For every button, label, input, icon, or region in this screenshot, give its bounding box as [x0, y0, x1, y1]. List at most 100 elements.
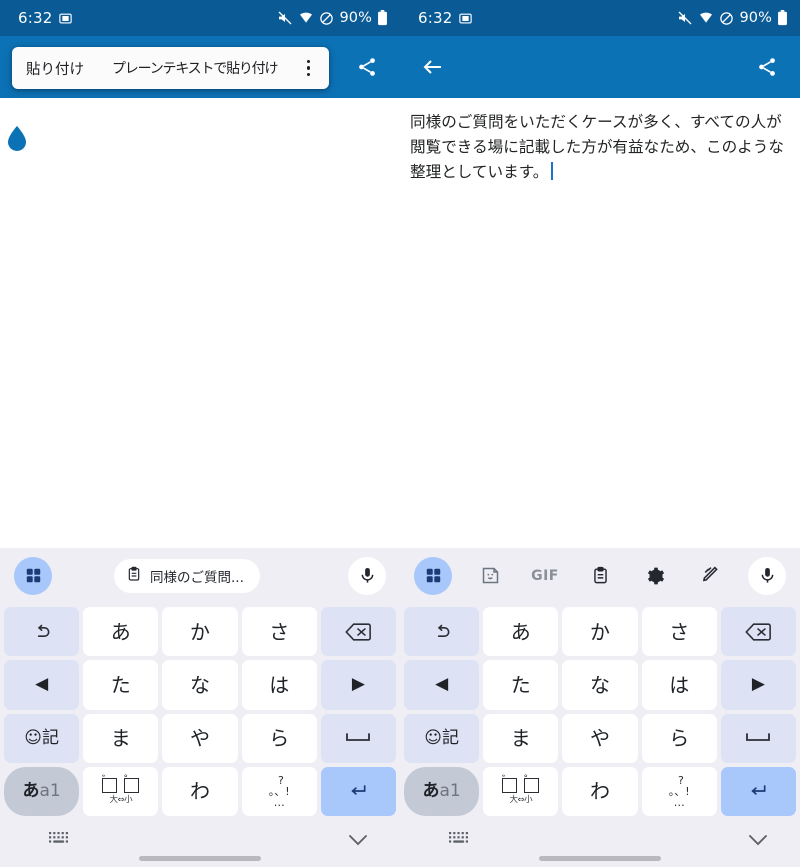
- enter-key[interactable]: [720, 766, 797, 816]
- enter-key[interactable]: [320, 766, 397, 816]
- keyboard-bottom-left: [0, 818, 400, 867]
- keyboard-bottom-bar: [0, 818, 800, 867]
- key-row-4: あa1 ゙ ゚ 大⇔小 わ ? 。、! …: [4, 765, 397, 818]
- clipboard-suggestion-chip[interactable]: 同様のご質問...: [114, 558, 260, 593]
- status-time-group: 6:32: [18, 9, 73, 27]
- key-a[interactable]: あ: [83, 607, 159, 657]
- home-indicator[interactable]: [139, 856, 261, 861]
- key-ra[interactable]: ら: [641, 713, 717, 763]
- key-row-4: あa1 ゙ ゚ 大⇔小 わ ? 。、! …: [404, 765, 797, 818]
- status-bar-left: 6:32 90%: [0, 0, 400, 36]
- keyboard-toolbar-left: 同様のご質問...: [0, 548, 400, 603]
- input-mode-key[interactable]: あ a1: [4, 766, 80, 816]
- dakuten-key[interactable]: ゙ ゚ 大⇔小: [83, 766, 159, 816]
- share-icon[interactable]: [352, 52, 382, 82]
- key-ha[interactable]: は: [241, 660, 317, 710]
- key-na[interactable]: な: [562, 660, 638, 710]
- handwriting-icon[interactable]: [693, 559, 727, 593]
- battery-icon: [777, 10, 788, 26]
- apps-grid-icon[interactable]: [414, 556, 452, 595]
- document-text[interactable]: 同様のご質問をいただくケースが多く、すべての人が閲覧できる場に記載した方が有益な…: [410, 110, 792, 185]
- punctuation-key[interactable]: ? 。、! …: [241, 766, 317, 816]
- key-ma[interactable]: ま: [83, 713, 159, 763]
- status-bar-right: 6:32 90%: [400, 0, 800, 36]
- key-row-3: ☺記 ま や ら: [4, 712, 397, 765]
- home-indicator[interactable]: [539, 856, 661, 861]
- cast-icon: [458, 11, 473, 26]
- app-toolbar-right: [400, 36, 800, 98]
- clipboard-icon[interactable]: [583, 559, 617, 593]
- input-mode-key[interactable]: あ a1: [404, 766, 480, 816]
- battery-percent: 90%: [339, 10, 372, 26]
- cast-icon: [58, 11, 73, 26]
- chevron-down-icon[interactable]: [346, 832, 370, 852]
- clipboard-chip-text: 同様のご質問...: [150, 569, 244, 586]
- dakuten-key[interactable]: ゙ ゚ 大⇔小: [483, 766, 559, 816]
- key-ta[interactable]: た: [483, 660, 559, 710]
- mic-icon[interactable]: [748, 556, 786, 595]
- key-ra[interactable]: ら: [241, 713, 317, 763]
- battery-percent: 90%: [739, 10, 772, 26]
- back-arrow-icon[interactable]: [418, 52, 448, 82]
- pane-right: 6:32 90% 同様のご質問をいただくケースが多く、すべての人が閲覧できる場に…: [400, 0, 800, 548]
- app-toolbar-left: 貼り付け プレーンテキストで貼り付け: [0, 36, 400, 98]
- key-wa[interactable]: わ: [562, 766, 638, 816]
- apps-grid-icon[interactable]: [14, 556, 52, 595]
- paste-plain-text-menu-item[interactable]: プレーンテキストで貼り付け: [98, 47, 291, 89]
- gif-icon[interactable]: GIF: [528, 559, 562, 593]
- share-icon[interactable]: [752, 52, 782, 82]
- editor-body-right[interactable]: 同様のご質問をいただくケースが多く、すべての人が閲覧できる場に記載した方が有益な…: [400, 98, 800, 548]
- keypad-right: あ か さ ◀ た な は ▶ ☺記 ま や ら あ a1 大⇔小 わ ? 。、…: [400, 603, 800, 818]
- space-key[interactable]: [320, 713, 397, 763]
- sticker-icon[interactable]: [473, 559, 507, 593]
- key-ya[interactable]: や: [562, 713, 638, 763]
- emoji-symbol-key[interactable]: ☺記: [4, 713, 80, 763]
- key-sa[interactable]: さ: [241, 607, 317, 657]
- key-row-2: ◀ た な は ▶: [4, 658, 397, 711]
- emoji-symbol-key[interactable]: ☺記: [404, 713, 480, 763]
- punctuation-key[interactable]: ? 。、! …: [641, 766, 717, 816]
- space-key[interactable]: [720, 713, 797, 763]
- wifi-icon: [698, 10, 714, 26]
- split-panes: 6:32 90% 貼り付け プレーンテキストで貼り付け 6:32 90% 同様の…: [0, 0, 800, 548]
- overflow-menu-icon[interactable]: [291, 47, 325, 89]
- key-ha[interactable]: は: [641, 660, 717, 710]
- key-row-1: あ か さ: [404, 605, 797, 658]
- keyboard-switch-icon[interactable]: [48, 830, 74, 854]
- keyboard-switch-icon[interactable]: [448, 830, 474, 854]
- paste-context-menu[interactable]: 貼り付け プレーンテキストで貼り付け: [12, 47, 330, 89]
- key-na[interactable]: な: [162, 660, 238, 710]
- key-a[interactable]: あ: [483, 607, 559, 657]
- cursor-right-key[interactable]: ▶: [720, 660, 797, 710]
- keypad-left: あ か さ ◀ た な は ▶ ☺記 ま や ら あ a1 大⇔小 わ ? 。、…: [0, 603, 400, 818]
- status-time: 6:32: [18, 9, 53, 27]
- pane-left: 6:32 90% 貼り付け プレーンテキストで貼り付け: [0, 0, 400, 548]
- key-row-2: ◀ た な は ▶: [404, 658, 797, 711]
- backspace-key[interactable]: [720, 607, 797, 657]
- cursor-right-key[interactable]: ▶: [320, 660, 397, 710]
- cursor-left-key[interactable]: ◀: [404, 660, 480, 710]
- backspace-key[interactable]: [320, 607, 397, 657]
- dakuten-sub-label: 大⇔小: [509, 795, 533, 806]
- key-ya[interactable]: や: [162, 713, 238, 763]
- key-wa[interactable]: わ: [162, 766, 238, 816]
- chevron-down-icon[interactable]: [746, 832, 770, 852]
- cursor-left-key[interactable]: ◀: [4, 660, 80, 710]
- selection-drop-handle[interactable]: [5, 124, 29, 154]
- key-ka[interactable]: か: [562, 607, 638, 657]
- key-ma[interactable]: ま: [483, 713, 559, 763]
- key-row-1: あ か さ: [4, 605, 397, 658]
- settings-gear-icon[interactable]: [638, 559, 672, 593]
- keyboard-bottom-right: [400, 818, 800, 867]
- editor-body-left[interactable]: [0, 98, 400, 548]
- undo-key[interactable]: [4, 607, 80, 657]
- status-icons-left: 90%: [277, 10, 388, 26]
- paste-menu-item[interactable]: 貼り付け: [12, 47, 98, 89]
- document-text-value: 同様のご質問をいただくケースが多く、すべての人が閲覧できる場に記載した方が有益な…: [410, 113, 784, 181]
- key-ka[interactable]: か: [162, 607, 238, 657]
- key-sa[interactable]: さ: [641, 607, 717, 657]
- key-ta[interactable]: た: [83, 660, 159, 710]
- mic-icon[interactable]: [348, 556, 386, 595]
- mute-icon: [277, 10, 293, 26]
- undo-key[interactable]: [404, 607, 480, 657]
